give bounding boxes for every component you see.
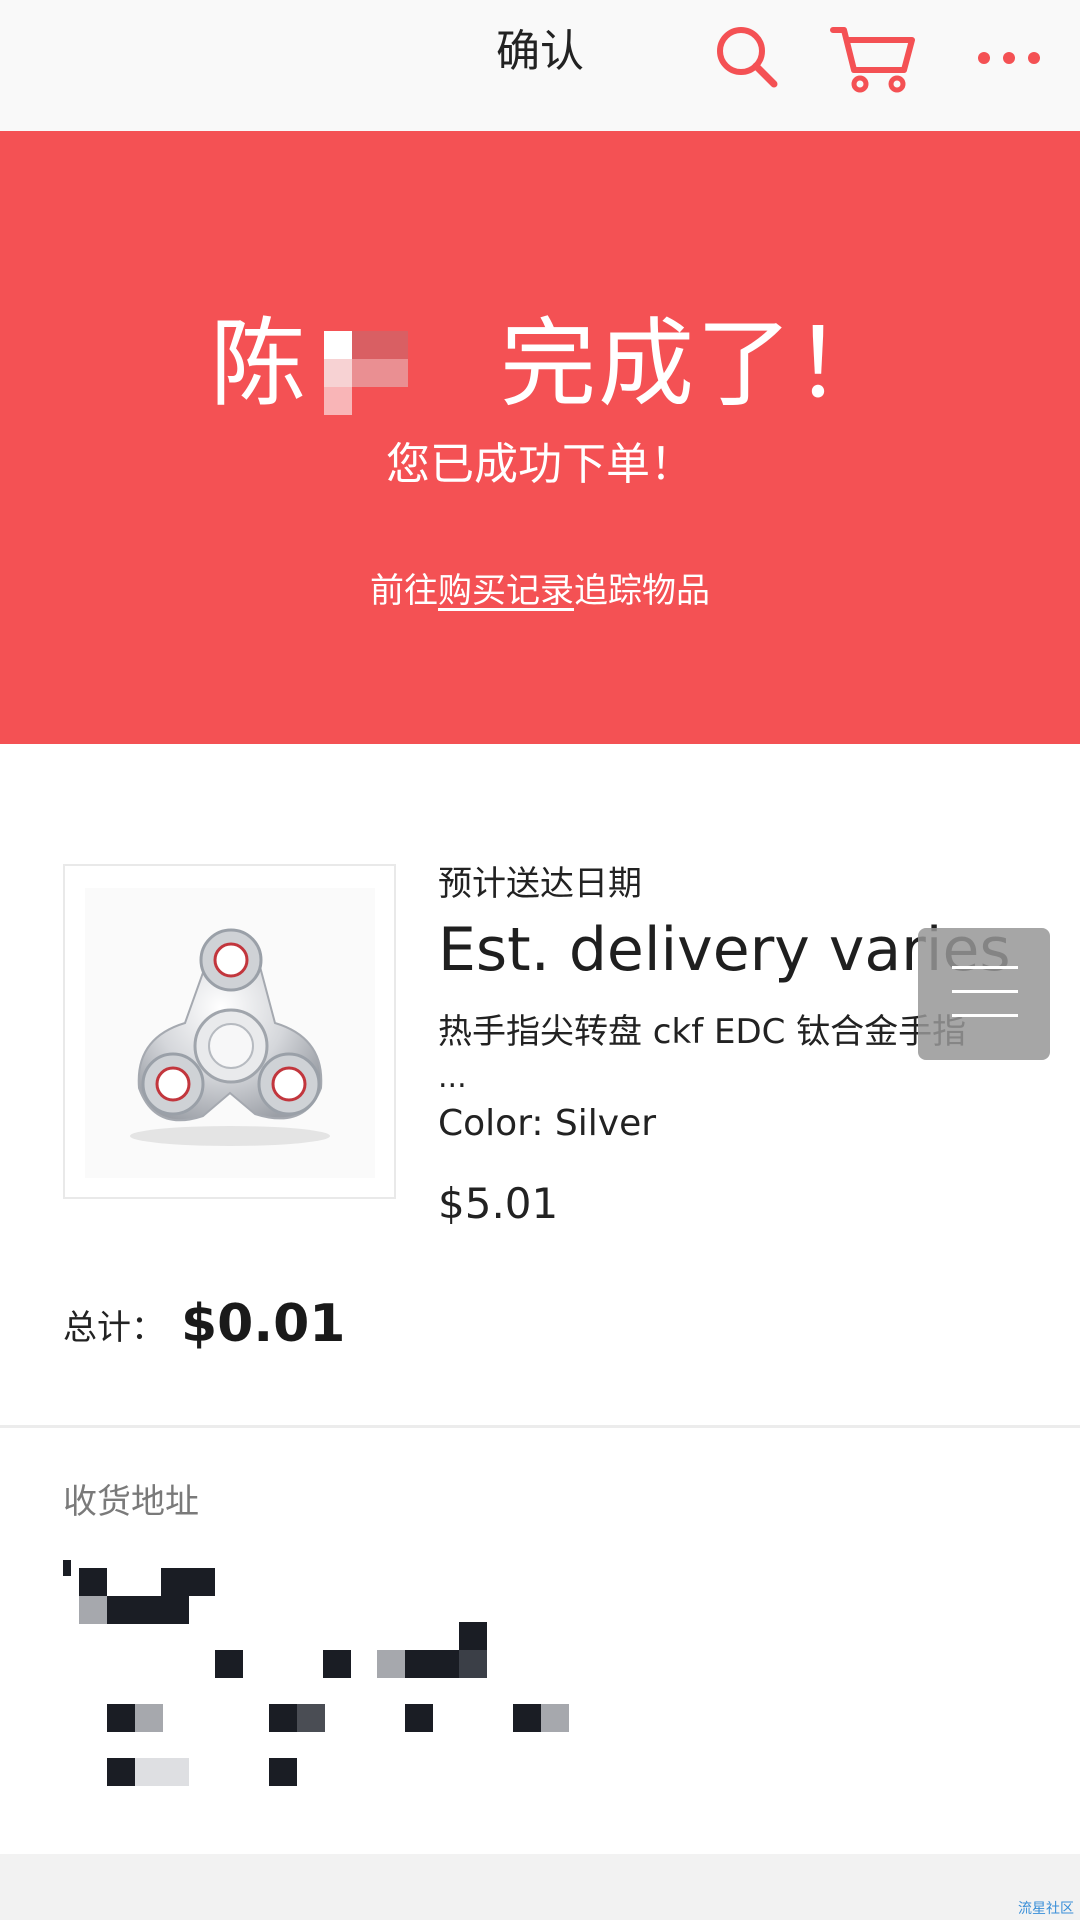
product-variant: Color: Silver bbox=[438, 1103, 657, 1144]
page-title: 确认 bbox=[496, 26, 584, 77]
bottom-strip: 流星社区 bbox=[0, 1854, 1080, 1920]
floating-menu-button[interactable] bbox=[918, 928, 1050, 1060]
search-icon[interactable] bbox=[714, 24, 780, 90]
customer-name: 陈 bbox=[210, 308, 308, 420]
total-label: 总计： bbox=[63, 1308, 165, 1348]
product-image[interactable] bbox=[63, 864, 396, 1199]
shipping-address-title: 收货地址 bbox=[63, 1482, 199, 1522]
link-prefix: 前往 bbox=[370, 571, 438, 611]
menu-icon-line bbox=[952, 990, 1018, 993]
order-confirmation-screen: 确认 陈 完成了！ 您已成功下单！ 前往购买记录追踪物品 预计送达日期 Est.… bbox=[0, 0, 1080, 1920]
menu-icon-line bbox=[952, 1014, 1018, 1017]
product-title-ellipsis: ... bbox=[438, 1060, 467, 1095]
purchase-history-link[interactable]: 购买记录 bbox=[438, 571, 574, 611]
banner-subtitle: 您已成功下单！ bbox=[386, 439, 694, 490]
cart-icon[interactable] bbox=[830, 24, 916, 94]
total-value: $0.01 bbox=[181, 1294, 346, 1354]
success-banner: 陈 完成了！ 您已成功下单！ 前往购买记录追踪物品 bbox=[0, 131, 1080, 744]
delivery-label: 预计送达日期 bbox=[438, 864, 642, 904]
name-redaction bbox=[324, 331, 408, 415]
divider bbox=[0, 1425, 1080, 1428]
track-order-row: 前往购买记录追踪物品 bbox=[0, 569, 1080, 613]
top-bar: 确认 bbox=[0, 0, 1080, 131]
more-icon[interactable] bbox=[976, 46, 1042, 70]
link-suffix: 追踪物品 bbox=[574, 571, 710, 611]
fidget-spinner-icon bbox=[130, 928, 330, 1146]
shipping-address-redacted bbox=[63, 1556, 583, 1786]
watermark: 流星社区 bbox=[1018, 1901, 1074, 1917]
headline-suffix: 完成了！ bbox=[500, 308, 892, 420]
product-price: $5.01 bbox=[438, 1179, 559, 1228]
menu-icon bbox=[952, 966, 1018, 969]
